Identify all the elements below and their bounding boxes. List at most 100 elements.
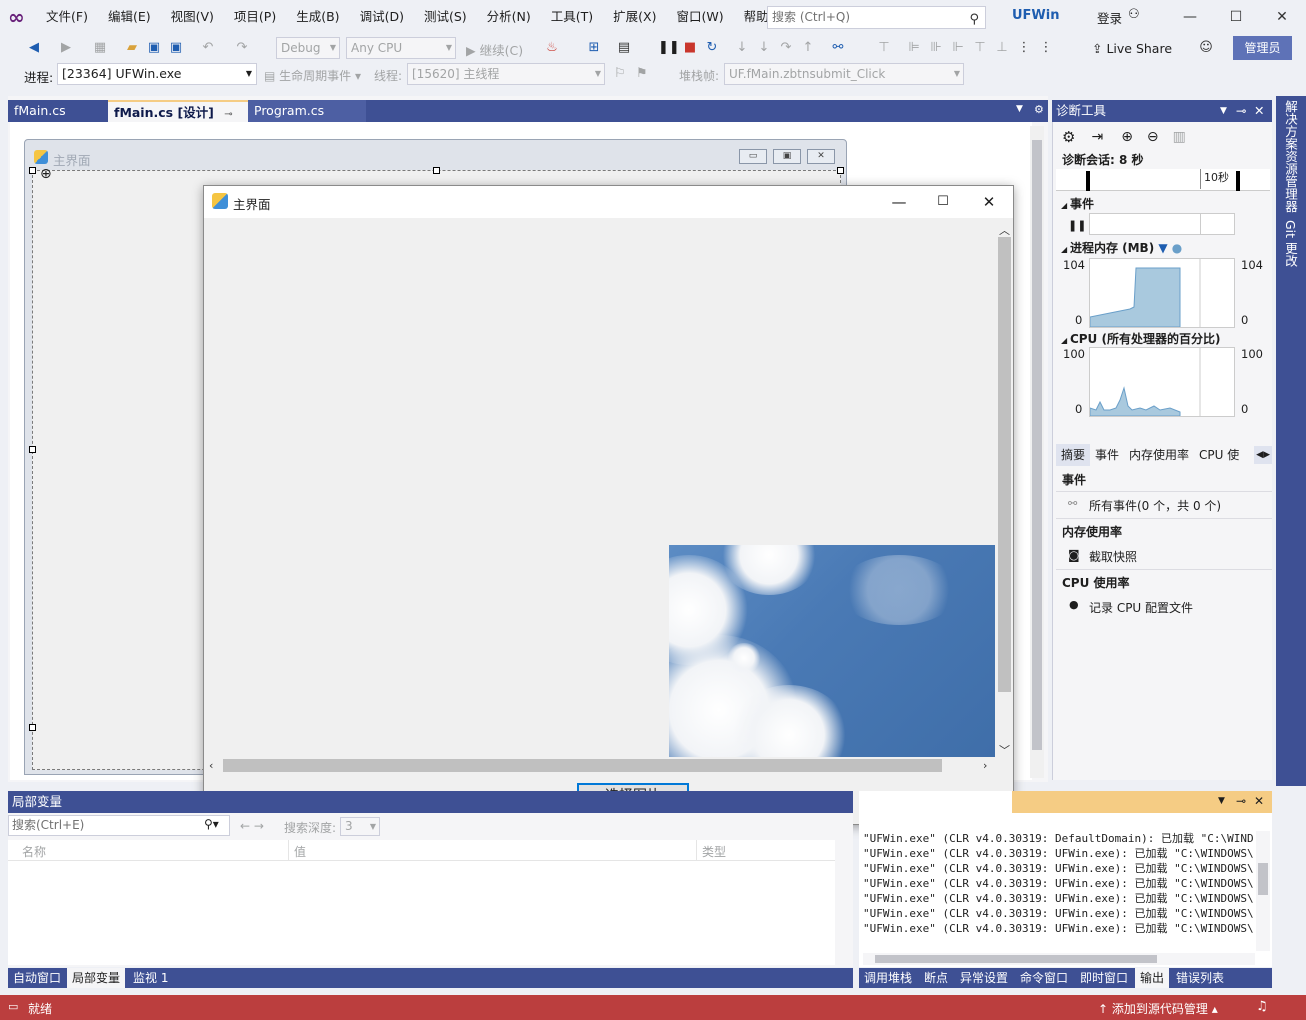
tab-settings-icon[interactable]: ⚙ xyxy=(1034,103,1044,116)
chart-icon[interactable]: ▥ xyxy=(1173,129,1186,145)
live-share-button[interactable]: ⇪ Live Share xyxy=(1092,41,1172,56)
tab-locals[interactable]: 局部变量 xyxy=(67,968,126,988)
step-over-icon[interactable]: ↓ xyxy=(754,38,774,58)
collapse-icon[interactable]: ◢ xyxy=(1061,336,1070,345)
resize-handle[interactable] xyxy=(433,167,440,174)
stack-frame-select[interactable]: UF.fMain.zbtnsubmit_Click ▼ xyxy=(724,63,964,85)
continue-button[interactable]: ▶ 继续(C) xyxy=(466,40,523,59)
menu-project[interactable]: 项目(P) xyxy=(224,0,286,34)
move-handle-icon[interactable]: ⊕ xyxy=(40,166,52,182)
menu-extensions[interactable]: 扩展(X) xyxy=(603,0,666,34)
settings-icon[interactable]: ⚙ xyxy=(1062,128,1075,146)
record-cpu-profile-link[interactable]: 记录 CPU 配置文件 xyxy=(1089,599,1193,616)
tab-command-window[interactable]: 命令窗口 xyxy=(1015,968,1074,988)
save-all-icon[interactable]: ▣ xyxy=(166,38,186,58)
back-icon[interactable]: ◀ xyxy=(24,38,44,58)
filter-icon[interactable]: ⚑ xyxy=(636,66,648,81)
search-nav-icon[interactable]: ← → xyxy=(240,819,264,833)
more-icon[interactable]: ⋮ xyxy=(1036,38,1056,58)
stop-icon[interactable]: ■ xyxy=(680,38,700,58)
flag-icon[interactable]: ⚐ xyxy=(614,66,626,81)
solution-explorer-tab[interactable]: 解决方案资源管理器 xyxy=(1281,100,1300,213)
menu-file[interactable]: 文件(F) xyxy=(36,0,98,34)
tab-memory-usage[interactable]: 内存使用率 xyxy=(1124,444,1194,466)
search-input[interactable]: 搜索 (Ctrl+Q) ⚲ xyxy=(767,6,986,29)
running-maximize-button[interactable]: ☐ xyxy=(923,190,963,214)
locals-search-input[interactable]: 搜索(Ctrl+E) xyxy=(8,815,230,836)
column-type[interactable]: 类型 xyxy=(702,843,726,860)
chevron-down-icon[interactable]: ▼ xyxy=(1218,796,1225,806)
pause-events-icon[interactable]: ❚❚ xyxy=(1068,219,1086,232)
lifecycle-events-button[interactable]: ▤ 生命周期事件 ▾ xyxy=(264,67,361,84)
save-icon[interactable]: ▣ xyxy=(144,38,164,58)
pin-icon[interactable]: ⊸ xyxy=(1236,794,1246,808)
menu-debug[interactable]: 调试(D) xyxy=(350,0,414,34)
tab-autos[interactable]: 自动窗口 xyxy=(8,968,67,988)
tab-watch-1[interactable]: 监视 1 xyxy=(128,968,174,988)
zoom-in-icon[interactable]: ⊕ xyxy=(1121,129,1133,145)
visual-studio-logo-icon[interactable]: ∞ xyxy=(8,6,34,28)
output-scroll-thumb[interactable] xyxy=(1258,863,1268,895)
open-folder-icon[interactable]: ▰ xyxy=(122,38,142,58)
tab-cpu-usage[interactable]: CPU 使 xyxy=(1194,444,1244,466)
search-depth-select[interactable]: 3 ▼ xyxy=(340,817,380,836)
export-icon[interactable]: ⇥ xyxy=(1091,129,1103,145)
panel-close-icon[interactable]: ✕ xyxy=(1254,100,1264,122)
align-icon[interactable]: ⊤ xyxy=(874,38,894,58)
scroll-right-icon[interactable]: › xyxy=(983,759,987,772)
tabs-scroll-icon[interactable]: ◀▶ xyxy=(1254,446,1272,464)
redo-icon[interactable]: ↷ xyxy=(232,38,252,58)
minimize-button[interactable]: — xyxy=(1167,4,1213,30)
close-button[interactable]: ✕ xyxy=(1259,4,1305,30)
process-select[interactable]: [23364] UFWin.exe ▼ xyxy=(57,63,257,85)
maximize-button[interactable]: ☐ xyxy=(1213,4,1259,30)
menu-edit[interactable]: 编辑(E) xyxy=(98,0,161,34)
align-top-icon[interactable]: ⊤ xyxy=(970,38,990,58)
zoom-out-icon[interactable]: ⊖ xyxy=(1147,129,1159,145)
pin-icon[interactable]: ⊸ xyxy=(224,109,232,120)
scroll-up-icon[interactable]: ︿ xyxy=(999,222,1010,238)
picture-horizontal-thumb[interactable] xyxy=(223,759,942,772)
pin-icon[interactable]: ⊸ xyxy=(1236,100,1246,122)
align-middle-icon[interactable]: ⊥ xyxy=(992,38,1012,58)
spacing-icon[interactable]: ⋮ xyxy=(1014,38,1034,58)
layout-icon[interactable]: ▤ xyxy=(614,38,634,58)
timeline-ruler[interactable]: 10秒 xyxy=(1056,169,1270,191)
running-close-button[interactable]: ✕ xyxy=(969,190,1009,214)
step-into-icon[interactable]: ↓ xyxy=(732,38,752,58)
search-icon[interactable]: ⚲▾ xyxy=(204,817,219,831)
resize-handle[interactable] xyxy=(29,167,36,174)
designer-scroll-thumb[interactable] xyxy=(1032,140,1042,750)
platform-select[interactable]: Any CPU ▼ xyxy=(346,37,456,59)
chevron-down-icon[interactable]: ▼ xyxy=(1220,100,1227,122)
tab-exception-settings[interactable]: 异常设置 xyxy=(955,968,1014,988)
output-hscroll-thumb[interactable] xyxy=(875,955,1157,963)
login-link[interactable]: 登录 xyxy=(1097,8,1122,27)
config-select[interactable]: Debug ▼ xyxy=(276,37,340,59)
undo-icon[interactable]: ↶ xyxy=(198,38,218,58)
locals-scrollbar[interactable] xyxy=(835,840,851,965)
menu-view[interactable]: 视图(V) xyxy=(161,0,224,34)
scroll-down-icon[interactable]: ﹀ xyxy=(999,742,1010,758)
column-name[interactable]: 名称 xyxy=(22,843,46,860)
picture-vertical-thumb[interactable] xyxy=(998,237,1011,692)
forward-icon[interactable]: ▶ xyxy=(56,38,76,58)
diagnostics-icon[interactable]: ⚯ xyxy=(828,38,848,58)
column-value[interactable]: 值 xyxy=(294,843,306,860)
git-changes-tab[interactable]: Git 更改 xyxy=(1281,220,1300,267)
feedback-icon[interactable]: ☺ xyxy=(1196,38,1216,58)
resize-handle[interactable] xyxy=(837,167,844,174)
new-project-icon[interactable]: ▦ xyxy=(90,38,110,58)
resize-handle[interactable] xyxy=(29,724,36,731)
step-back-icon[interactable]: ↷ xyxy=(776,38,796,58)
step-out-icon[interactable]: ↑ xyxy=(798,38,818,58)
pause-icon[interactable]: ❚❚ xyxy=(658,38,680,58)
tab-summary[interactable]: 摘要 xyxy=(1056,444,1091,466)
menu-build[interactable]: 生成(B) xyxy=(286,0,349,34)
tab-program-cs[interactable]: Program.cs xyxy=(248,100,366,122)
output-vertical-scrollbar[interactable] xyxy=(1256,831,1270,951)
tab-list-icon[interactable]: ▼ xyxy=(1016,104,1023,114)
output-horizontal-scrollbar[interactable] xyxy=(863,953,1255,965)
collapse-icon[interactable]: ◢ xyxy=(1061,201,1070,210)
restart-icon[interactable]: ↻ xyxy=(702,38,722,58)
